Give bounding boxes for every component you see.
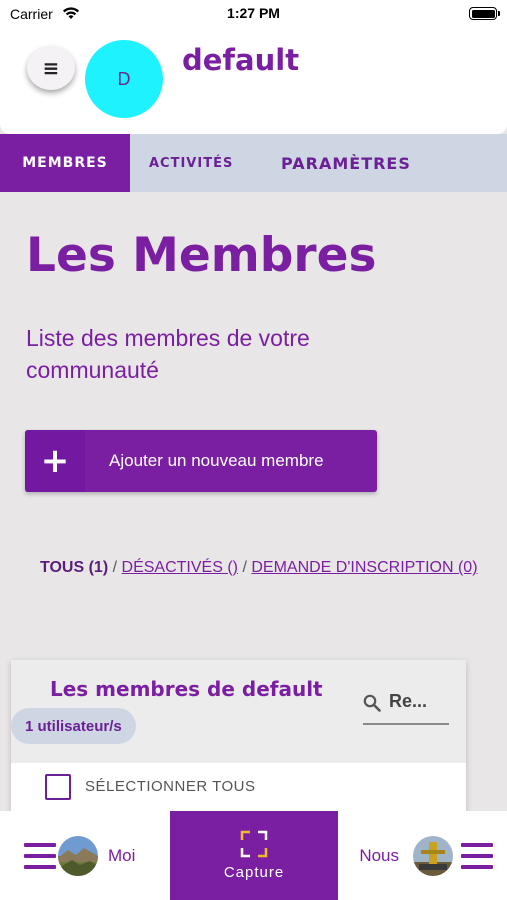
avatar-letter: D (117, 68, 131, 89)
bottom-nav: Moi Capture Nous (0, 811, 507, 900)
nav-me[interactable]: Moi (24, 811, 135, 900)
filter-separator: / (112, 559, 118, 576)
menu-icon: ≡ (42, 56, 60, 80)
status-time: 1:27 PM (227, 5, 280, 21)
card-title: Les membres de default (50, 677, 323, 701)
tab-activites[interactable]: ACTIVITÉS (130, 134, 262, 192)
page-subtitle: Liste des membres de votre communauté (26, 325, 310, 383)
plus-icon: + (25, 430, 85, 492)
search-underline (363, 723, 449, 725)
capture-frame-icon (240, 830, 268, 858)
capture-button[interactable]: Capture (170, 811, 338, 900)
tab-bar: MEMBRES ACTIVITÉS PARAMÈTRES (0, 134, 507, 192)
filter-registration-requests[interactable]: DEMANDE D'INSCRIPTION (0) (251, 559, 477, 576)
battery-icon (469, 7, 500, 20)
status-bar: Carrier 1:27 PM (0, 0, 507, 30)
tab-membres[interactable]: MEMBRES (0, 134, 130, 192)
select-all-checkbox[interactable] (45, 774, 71, 800)
hamburger-icon (24, 842, 56, 869)
add-member-button[interactable]: + Ajouter un nouveau membre (25, 430, 377, 492)
nav-me-label: Moi (108, 845, 136, 865)
capture-label: Capture (223, 864, 285, 881)
app-header: ≡ D default (0, 30, 507, 134)
filter-all[interactable]: TOUS (1) (40, 559, 108, 576)
user-count-badge: 1 utilisateur/s (11, 708, 136, 744)
nav-us-label: Nous (359, 845, 399, 865)
filter-deactivated[interactable]: DÉSACTIVÉS () (122, 559, 238, 576)
community-avatar[interactable]: D (85, 40, 163, 118)
member-filters: TOUS (1) / DÉSACTIVÉS () / DEMANDE D'INS… (40, 553, 507, 583)
filter-separator: / (242, 559, 247, 576)
hamburger-icon (461, 842, 493, 869)
tab-parametres[interactable]: PARAMÈTRES (262, 134, 411, 192)
search-icon (363, 694, 381, 712)
add-member-label: Ajouter un nouveau membre (109, 451, 324, 470)
members-card: Les membres de default Re... 1 utilisate… (11, 660, 466, 820)
us-avatar (413, 835, 453, 876)
me-avatar (58, 835, 98, 876)
menu-button[interactable]: ≡ (27, 46, 75, 90)
nav-us[interactable]: Nous (359, 811, 493, 900)
page-title: Les Membres (26, 228, 377, 283)
select-all-label: SÉLECTIONNER TOUS (85, 778, 256, 795)
search-input[interactable]: Re... (389, 691, 447, 712)
community-name: default (182, 43, 300, 77)
